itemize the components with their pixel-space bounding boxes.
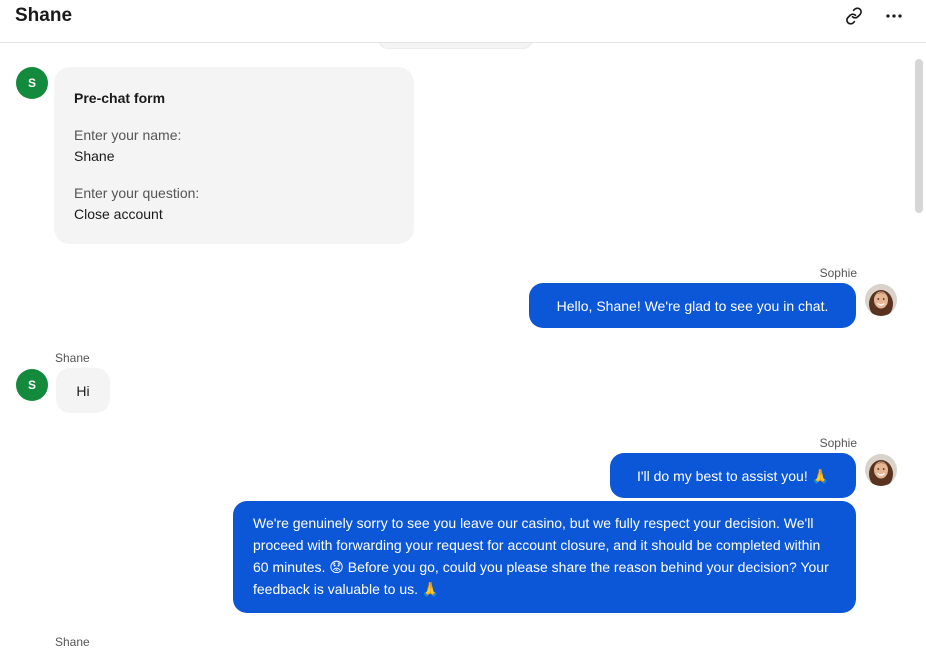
chat-header: Shane bbox=[0, 0, 926, 43]
more-horizontal-icon bbox=[886, 14, 902, 18]
agent-message-bubble: Hello, Shane! We're glad to see you in c… bbox=[529, 283, 856, 328]
form-label-name: Enter your name: bbox=[74, 127, 182, 143]
copy-link-button[interactable] bbox=[841, 3, 867, 29]
link-icon bbox=[846, 7, 862, 25]
header-title: Shane bbox=[15, 5, 73, 26]
form-value-question: Close account bbox=[74, 206, 163, 222]
chat-scrollbar[interactable] bbox=[915, 59, 923, 213]
previous-message-bubble bbox=[378, 43, 533, 49]
visitor-sender-name: Shane bbox=[55, 635, 90, 649]
form-value-name: Shane bbox=[74, 148, 115, 164]
agent-avatar bbox=[865, 454, 897, 486]
agent-message-text: I'll do my best to assist you! 🙏 bbox=[636, 467, 830, 484]
visitor-sender-name: Shane bbox=[55, 351, 90, 365]
visitor-avatar: S bbox=[16, 67, 48, 99]
agent-message-bubble: We're genuinely sorry to see you leave o… bbox=[233, 501, 856, 613]
agent-avatar bbox=[865, 284, 897, 316]
more-options-button[interactable] bbox=[881, 3, 907, 29]
visitor-avatar: S bbox=[16, 369, 48, 401]
agent-sender-name: Sophie bbox=[819, 266, 857, 280]
visitor-message-bubble: Hi bbox=[56, 368, 110, 413]
chat-transcript[interactable]: S Pre-chat form Enter your name: Shane E… bbox=[0, 43, 926, 651]
agent-message-bubble: I'll do my best to assist you! 🙏 bbox=[610, 453, 856, 498]
pre-chat-form-card: Pre-chat form Enter your name: Shane Ent… bbox=[54, 67, 414, 244]
agent-sender-name: Sophie bbox=[819, 436, 857, 450]
form-title: Pre-chat form bbox=[74, 90, 166, 106]
form-label-question: Enter your question: bbox=[74, 185, 200, 201]
